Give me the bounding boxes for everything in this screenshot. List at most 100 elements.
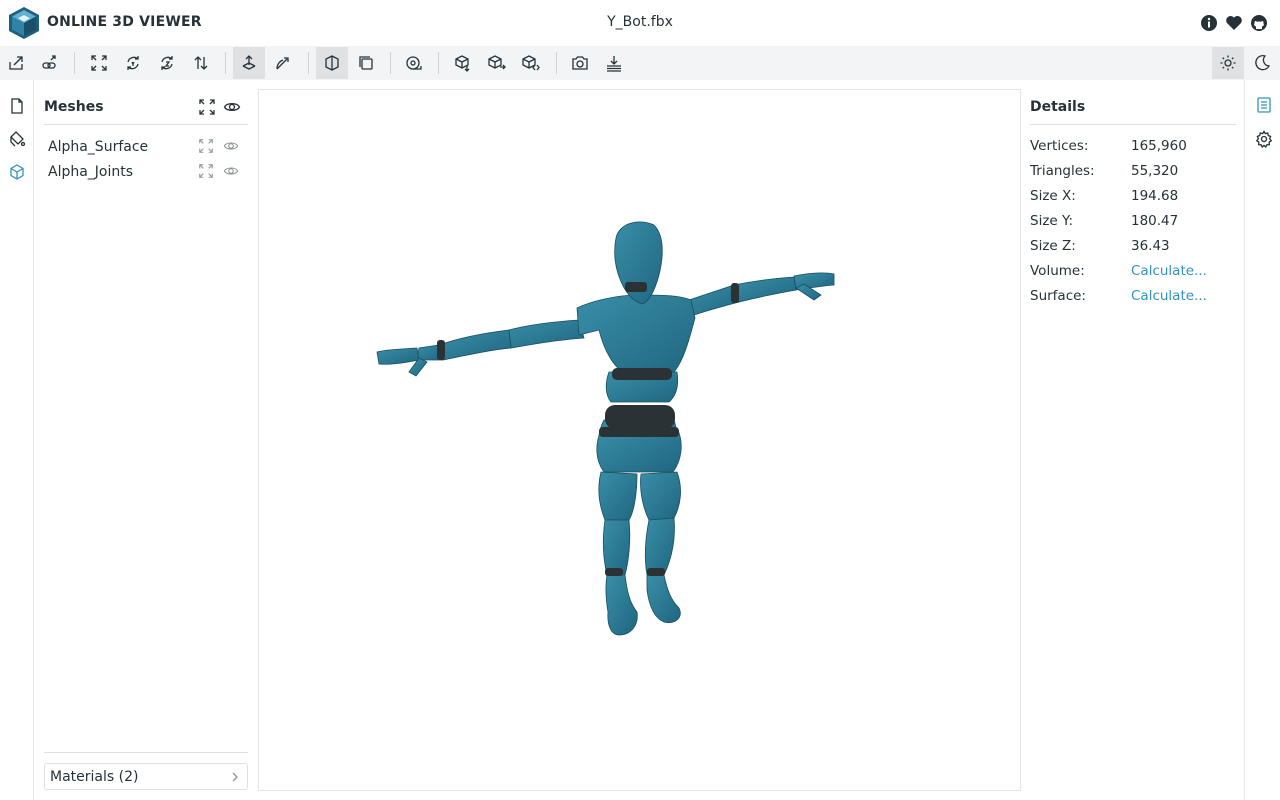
3d-viewport[interactable] — [258, 89, 1021, 791]
detail-value: 36.43 — [1131, 238, 1170, 254]
nav-details-button[interactable] — [1253, 94, 1275, 116]
dark-mode-icon — [1255, 55, 1271, 71]
mesh-item[interactable]: Alpha_Joints — [44, 160, 248, 184]
calculate-surface-link[interactable]: Calculate... — [1131, 288, 1207, 304]
open-file-icon — [9, 56, 23, 70]
snapshot-save-button[interactable] — [598, 47, 630, 79]
detail-row-surface: Surface: Calculate... — [1030, 285, 1236, 307]
mesh-visibility-icon[interactable] — [223, 138, 239, 154]
info-icon[interactable] — [1200, 14, 1218, 32]
detail-label: Triangles: — [1030, 163, 1095, 179]
set-up-z-icon — [161, 56, 173, 70]
open-url-button[interactable] — [34, 47, 66, 79]
detail-label: Size X: — [1030, 188, 1076, 204]
flip-up-icon — [194, 56, 208, 70]
perspective-camera-icon — [325, 55, 339, 71]
export-icon — [455, 55, 470, 72]
file-title: Y_Bot.fbx — [607, 14, 673, 30]
orthographic-camera-button[interactable] — [350, 47, 382, 79]
snapshot-icon — [572, 56, 588, 70]
chevron-right-icon — [232, 772, 238, 782]
meshes-title: Meshes — [44, 99, 104, 115]
heart-icon[interactable] — [1225, 14, 1243, 32]
app-header: ONLINE 3D VIEWER Y_Bot.fbx — [0, 0, 1280, 46]
nav-meshes-button[interactable] — [6, 161, 28, 183]
details-panel: Details Vertices: 165,960 Triangles: 55,… — [1022, 80, 1244, 800]
embed-icon — [522, 55, 540, 71]
details-title: Details — [1030, 99, 1086, 115]
fit-all-meshes-icon[interactable] — [198, 98, 216, 116]
fixed-up-vector-icon — [242, 55, 256, 70]
snapshot-button[interactable] — [564, 47, 596, 79]
toolbar-separator — [438, 52, 439, 74]
snapshot-save-icon — [607, 56, 621, 72]
detail-row-triangles: Triangles: 55,320 — [1030, 160, 1236, 182]
toolbar-separator — [390, 52, 391, 74]
settings-icon — [1255, 130, 1273, 148]
open-file-button[interactable] — [1, 47, 33, 79]
materials-label: Materials (2) — [50, 769, 139, 785]
open-url-icon — [42, 55, 56, 69]
perspective-camera-button[interactable] — [316, 47, 348, 79]
free-orbit-button[interactable] — [267, 47, 299, 79]
light-mode-button[interactable] — [1212, 47, 1244, 79]
show-all-meshes-icon[interactable] — [223, 98, 241, 116]
nav-settings-button[interactable] — [1253, 128, 1275, 150]
materials-expand-button[interactable]: Materials (2) — [44, 763, 248, 790]
mesh-item-label: Alpha_Joints — [48, 164, 134, 180]
detail-value: 194.68 — [1131, 188, 1179, 204]
detail-value: 55,320 — [1131, 163, 1179, 179]
calculate-volume-link[interactable]: Calculate... — [1131, 263, 1207, 279]
detail-label: Volume: — [1030, 263, 1085, 279]
details-icon — [1257, 97, 1271, 113]
detail-row-volume: Volume: Calculate... — [1030, 260, 1236, 282]
fit-to-window-button[interactable] — [83, 47, 115, 79]
fixed-up-vector-button[interactable] — [233, 47, 265, 79]
panel-divider — [1030, 124, 1236, 125]
detail-label: Vertices: — [1030, 138, 1089, 154]
materials-icon — [10, 131, 26, 147]
github-icon[interactable] — [1250, 14, 1268, 32]
panel-divider — [44, 752, 248, 753]
mesh-item[interactable]: Alpha_Surface — [44, 135, 248, 159]
orthographic-camera-icon — [359, 56, 373, 70]
toolbar-separator — [225, 52, 226, 74]
measure-icon — [406, 56, 422, 70]
set-up-y-icon — [127, 56, 139, 70]
detail-row-vertices: Vertices: 165,960 — [1030, 135, 1236, 157]
detail-value: 165,960 — [1131, 138, 1187, 154]
detail-label: Size Y: — [1030, 213, 1074, 229]
meshes-icon — [10, 164, 24, 180]
meshes-panel: Meshes Alpha_Surface Alpha_Joints Materi… — [35, 80, 257, 800]
files-icon — [11, 98, 23, 114]
light-mode-icon — [1220, 55, 1236, 71]
mesh-visibility-icon[interactable] — [223, 163, 239, 179]
mesh-item-label: Alpha_Surface — [48, 139, 149, 155]
measure-button[interactable] — [398, 47, 430, 79]
dark-mode-button[interactable] — [1246, 47, 1278, 79]
fit-mesh-icon[interactable] — [198, 163, 214, 179]
detail-row-size-z: Size Z: 36.43 — [1030, 235, 1236, 257]
detail-label: Surface: — [1030, 288, 1086, 304]
set-up-y-button[interactable] — [117, 47, 149, 79]
share-button[interactable] — [481, 47, 513, 79]
set-up-z-button[interactable] — [151, 47, 183, 79]
robot-model — [376, 221, 835, 636]
fit-mesh-icon[interactable] — [198, 138, 214, 154]
detail-label: Size Z: — [1030, 238, 1076, 254]
panel-divider — [44, 124, 248, 125]
nav-files-button[interactable] — [6, 95, 28, 117]
detail-row-size-x: Size X: 194.68 — [1030, 185, 1236, 207]
toolbar — [0, 46, 1280, 80]
share-icon — [488, 55, 506, 70]
toolbar-separator — [308, 52, 309, 74]
nav-materials-button[interactable] — [6, 128, 28, 150]
free-orbit-icon — [276, 57, 289, 70]
embed-button[interactable] — [515, 47, 547, 79]
fit-to-window-icon — [91, 55, 107, 71]
export-button[interactable] — [447, 47, 479, 79]
detail-row-size-y: Size Y: 180.47 — [1030, 210, 1236, 232]
toolbar-separator — [74, 52, 75, 74]
right-navigation — [1244, 80, 1280, 800]
flip-up-button[interactable] — [185, 47, 217, 79]
